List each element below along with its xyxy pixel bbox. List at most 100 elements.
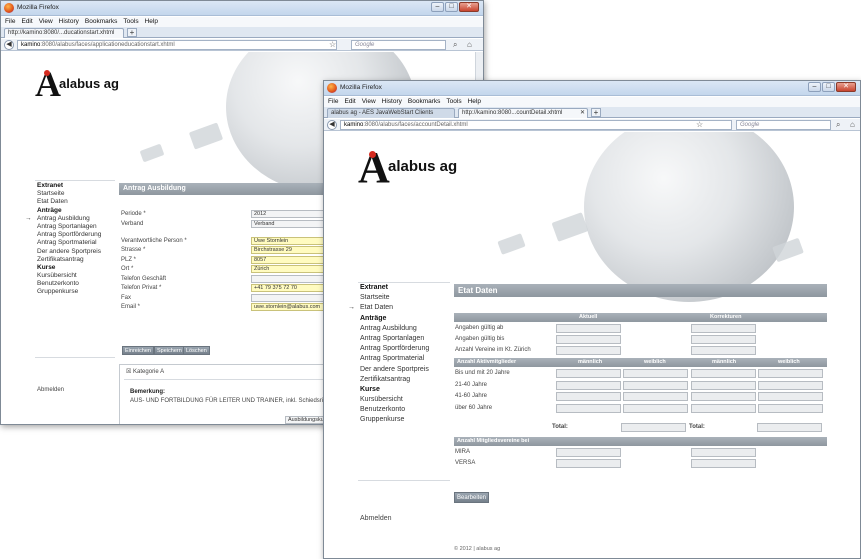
sidebar-item-zertifikatsantrag[interactable]: Zertifikatsantrag [37, 256, 101, 264]
minimize-button[interactable]: – [431, 2, 444, 12]
home-icon[interactable]: ⌂ [850, 120, 855, 129]
sidebar-item-antrag-ausbildung[interactable]: Antrag Ausbildung [360, 324, 429, 334]
members-header-label: Anzahl Aktivmitglieder [457, 359, 517, 365]
url-bar[interactable]: kamino:8080/alabus/faces/accountDetail.x… [340, 120, 732, 130]
bookmark-star-icon[interactable]: ☆ [696, 120, 703, 129]
logo-text: alabus ag [59, 76, 119, 91]
menu-edit[interactable]: Edit [21, 17, 32, 27]
sidebar-item-benutzerkonto[interactable]: Benutzerkonto [360, 405, 429, 415]
current-value-cell [556, 324, 621, 333]
sidebar-item-benutzerkonto[interactable]: Benutzerkonto [37, 280, 101, 288]
tab-strip: http://kamino:8080/...ducationstart.xhtm… [1, 27, 483, 38]
menu-edit[interactable]: Edit [344, 97, 355, 107]
maximize-button[interactable]: □ [445, 2, 458, 12]
sidebar-item-antrag-sportanlagen[interactable]: Antrag Sportanlagen [360, 334, 429, 344]
sidebar-item-gruppenkurse[interactable]: Gruppenkurse [37, 288, 101, 296]
edit-button[interactable]: Bearbeiten [454, 492, 490, 503]
sidebar-item-antrag-sportmaterial[interactable]: Antrag Sportmaterial [37, 239, 101, 247]
menu-tools[interactable]: Tools [446, 97, 461, 107]
home-icon[interactable]: ⌂ [467, 40, 472, 49]
close-button[interactable]: ✕ [459, 2, 479, 12]
maximize-button[interactable]: □ [822, 82, 835, 92]
col-current: Aktuell [579, 314, 598, 320]
section-title: Etat Daten [454, 284, 827, 297]
close-button[interactable]: ✕ [836, 82, 856, 92]
menu-bookmarks[interactable]: Bookmarks [408, 97, 441, 107]
membership-table-header: Anzahl Mitgliedsvereine bei [454, 437, 827, 446]
menu-tools[interactable]: Tools [123, 17, 138, 27]
sidebar-item-antrag-sportanlagen[interactable]: Antrag Sportanlagen [37, 223, 101, 231]
male-correction-cell [691, 369, 756, 378]
sidebar-item-kurs-bersicht[interactable]: Kursübersicht [360, 395, 429, 405]
bookmark-star-icon[interactable]: ☆ [329, 40, 336, 49]
female-correction-cell [758, 380, 823, 390]
sidebar-item-startseite[interactable]: Startseite [360, 293, 429, 303]
tab-close-icon[interactable]: ✕ [580, 109, 585, 118]
etat-table-header: Aktuell Korrekturen [454, 313, 827, 322]
sidebar-item-der-andere-sportpreis[interactable]: Der andere Sportpreis [360, 365, 429, 375]
field-label: Fax [121, 294, 132, 301]
sidebar-item-antrag-sportf-rderung[interactable]: Antrag Sportförderung [360, 344, 429, 354]
menu-help[interactable]: Help [145, 17, 158, 27]
menu-view[interactable]: View [39, 17, 53, 27]
back-arrow-icon[interactable]: ◀ [327, 120, 337, 130]
remark-label: Bemerkung: [130, 389, 166, 395]
logout-link[interactable]: Abmelden [360, 515, 392, 522]
search-icon[interactable]: ⌕ [453, 40, 457, 50]
row-label: über 60 Jahre [455, 404, 493, 411]
save-button[interactable]: Speichern [154, 346, 185, 355]
sidebar-item-antrag-sportf-rderung[interactable]: Antrag Sportförderung [37, 231, 101, 239]
delete-button[interactable]: Löschen [183, 346, 210, 355]
male-correction-cell [691, 380, 756, 390]
menu-history[interactable]: History [382, 97, 402, 107]
sidebar-item-etat-daten[interactable]: Etat Daten [348, 303, 429, 313]
divider [124, 379, 329, 380]
window-title: Mozilla Firefox [17, 4, 59, 11]
field-label: Telefon Geschäft [121, 275, 167, 282]
current-value-cell [556, 346, 621, 355]
col-female-corrections: weiblich [778, 359, 800, 365]
new-tab-button[interactable]: + [127, 28, 137, 37]
url-bar[interactable]: kamino:8080/alabus/faces/applicationeduc… [17, 40, 337, 50]
row-label: Angaben gültig bis [455, 336, 505, 342]
menu-file[interactable]: File [328, 97, 338, 107]
search-input[interactable]: Google [351, 40, 446, 50]
sidebar-nav: Extranet StartseiteEtat DatenAnträge Antra… [348, 283, 429, 426]
sidebar-item-kurs-bersicht[interactable]: Kursübersicht [37, 272, 101, 280]
minimize-button[interactable]: – [808, 82, 821, 92]
menu-view[interactable]: View [362, 97, 376, 107]
puzzle-image [139, 143, 165, 163]
footer-copyright: © 2012 | alabus ag [454, 546, 501, 552]
tab-strip: alabus ag - AES JavaWebStart Clients htt… [324, 107, 860, 118]
sidebar-item-antrag-sportmaterial[interactable]: Antrag Sportmaterial [360, 354, 429, 364]
sidebar-item-zertifikatsantrag[interactable]: Zertifikatsantrag [360, 375, 429, 385]
category-box: ☒ Kategorie A Bemerkung: AUS- UND FORTBI… [119, 364, 336, 424]
tab-education[interactable]: http://kamino:8080/...ducationstart.xhtm… [4, 28, 124, 38]
window-title: Mozilla Firefox [340, 84, 382, 91]
new-tab-button[interactable]: + [591, 108, 601, 117]
menu-help[interactable]: Help [468, 97, 481, 107]
category-toggle[interactable]: ☒ Kategorie A [126, 368, 164, 375]
search-icon[interactable]: ⌕ [836, 120, 840, 130]
form-row: Strasse * Birchstrasse 29 [121, 246, 336, 255]
sidebar-item-startseite[interactable]: Startseite [37, 190, 101, 198]
back-arrow-icon[interactable]: ◀ [4, 40, 14, 50]
menu-file[interactable]: File [5, 17, 15, 27]
menu-history[interactable]: History [59, 17, 79, 27]
male-current-cell [556, 380, 621, 390]
search-input[interactable]: Google [736, 120, 831, 130]
correction-value-cell [691, 335, 756, 344]
sidebar-item-etat-daten[interactable]: Etat Daten [37, 198, 101, 206]
tab-javawebstart[interactable]: alabus ag - AES JavaWebStart Clients [327, 108, 455, 118]
puzzle-image [497, 233, 526, 255]
tab-account-detail[interactable]: http://kamino:8080...countDetail.xhtml ✕ [458, 108, 588, 118]
sidebar-item-antrag-ausbildung[interactable]: Antrag Ausbildung [25, 215, 101, 223]
menu-bookmarks[interactable]: Bookmarks [85, 17, 118, 27]
row-label: MIRA [455, 449, 470, 455]
sidebar-item-der-andere-sportpreis[interactable]: Der andere Sportpreis [37, 248, 101, 256]
male-correction-cell [691, 403, 756, 413]
submit-button[interactable]: Einreichen [122, 346, 154, 355]
current-value-cell [556, 448, 621, 457]
logout-link[interactable]: Abmelden [37, 387, 64, 393]
sidebar-item-gruppenkurse[interactable]: Gruppenkurse [360, 415, 429, 425]
